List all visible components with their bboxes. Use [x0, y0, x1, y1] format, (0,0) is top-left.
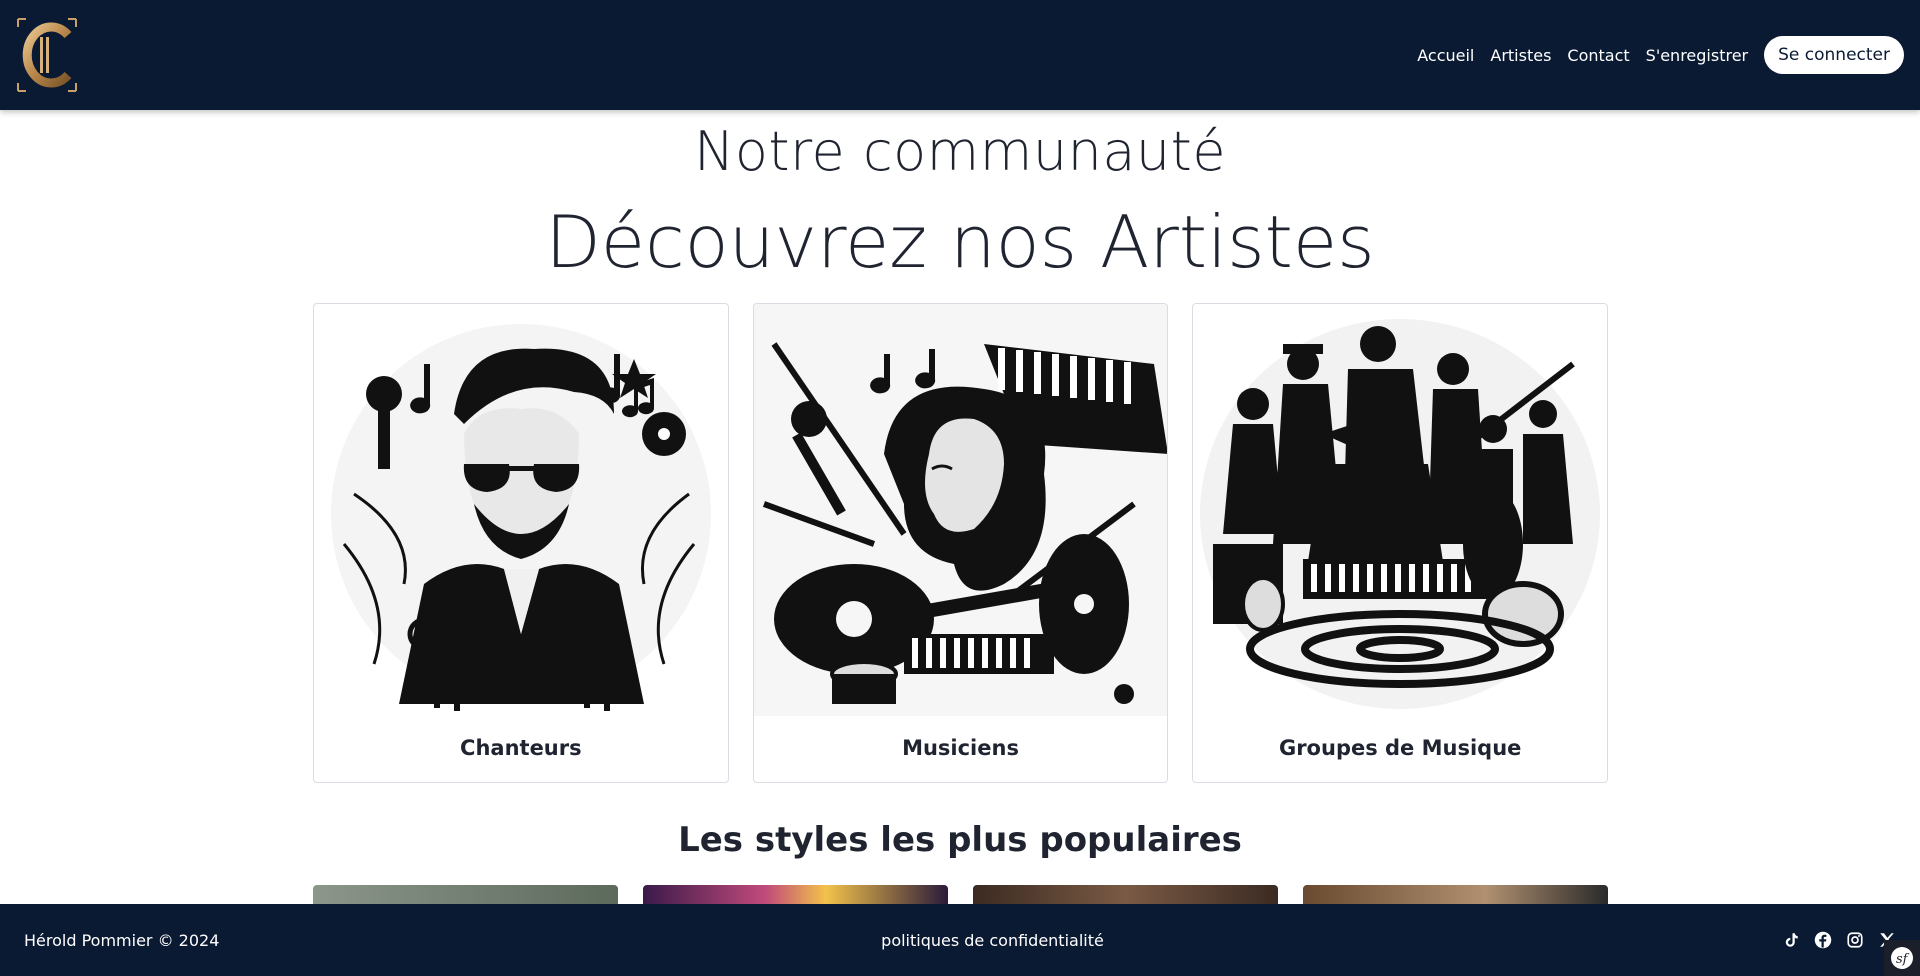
logo-icon — [17, 18, 77, 92]
section-subtitle: Notre communauté — [693, 120, 1227, 183]
policy-wrapper: politiques de confidentialité — [0, 931, 1920, 950]
login-button[interactable]: Se connecter — [1764, 36, 1904, 74]
style-thumb-2[interactable] — [643, 885, 948, 904]
top-navbar: Accueil Artistes Contact S'enregistrer S… — [0, 0, 1920, 110]
card-groupes[interactable]: Groupes de Musique — [1192, 303, 1609, 783]
card-label-chanteurs: Chanteurs — [460, 736, 582, 760]
nav-artistes[interactable]: Artistes — [1490, 46, 1551, 65]
site-logo[interactable] — [16, 15, 78, 95]
site-footer: Hérold Pommier © 2024 politiques de conf… — [0, 904, 1920, 976]
symfony-icon: sf — [1891, 947, 1913, 969]
page-title: Découvrez nos Artistes — [545, 200, 1375, 284]
main-nav: Accueil Artistes Contact S'enregistrer S… — [1417, 36, 1904, 74]
social-links — [1782, 931, 1896, 949]
copyright-text: Hérold Pommier © 2024 — [24, 930, 220, 950]
artist-categories: Chanteurs Musiciens Groupes de Musique — [313, 303, 1609, 783]
card-label-musiciens: Musiciens — [902, 736, 1019, 760]
nav-register[interactable]: S'enregistrer — [1646, 46, 1748, 65]
card-musiciens[interactable]: Musiciens — [752, 303, 1169, 783]
popular-styles-row — [313, 885, 1608, 904]
nav-accueil[interactable]: Accueil — [1417, 46, 1474, 65]
style-thumb-3[interactable] — [973, 885, 1278, 904]
tiktok-icon[interactable] — [1782, 931, 1800, 949]
card-label-groupes: Groupes de Musique — [1278, 736, 1522, 760]
symfony-toolbar-toggle[interactable]: sf — [1884, 940, 1920, 976]
privacy-policy-link[interactable]: politiques de confidentialité — [881, 931, 1104, 950]
facebook-icon[interactable] — [1814, 931, 1832, 949]
style-thumb-1[interactable] — [313, 885, 618, 904]
main-content: Notre communauté Découvrez nos Artistes — [0, 110, 1920, 904]
musician-illustration-icon — [753, 304, 1168, 716]
band-illustration-icon — [1200, 319, 1601, 709]
singer-illustration-icon — [331, 324, 711, 711]
instagram-icon[interactable] — [1846, 931, 1864, 949]
style-thumb-4[interactable] — [1303, 885, 1608, 904]
nav-contact[interactable]: Contact — [1567, 46, 1629, 65]
popular-styles-heading: Les styles les plus populaires — [678, 820, 1242, 860]
card-chanteurs[interactable]: Chanteurs — [313, 303, 729, 783]
